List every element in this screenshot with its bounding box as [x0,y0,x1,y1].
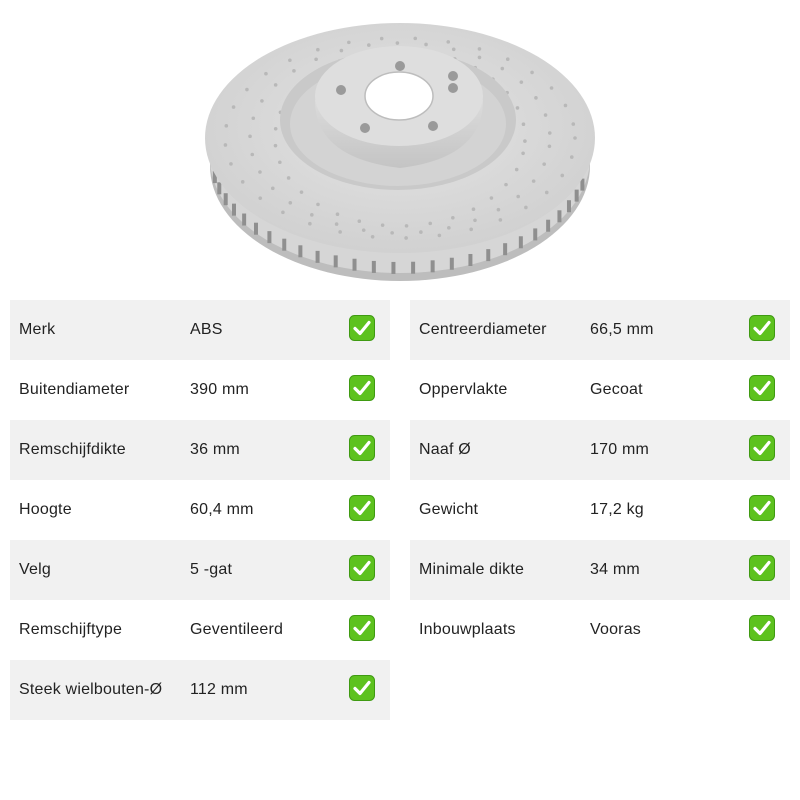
check-icon [749,315,775,341]
spec-row: Minimale dikte 34 mm [410,540,790,600]
check-icon [349,315,375,341]
check-icon [749,495,775,521]
spec-value: 112 mm [190,681,248,698]
spec-label: Velg [19,561,51,578]
spec-label: Remschijfdikte [19,441,126,458]
spec-row: Remschijfdikte 36 mm [10,420,390,480]
brake-disc-image [205,23,595,281]
spec-row: Gewicht 17,2 kg [410,480,790,540]
check-icon [349,435,375,461]
spec-row: Hoogte 60,4 mm [10,480,390,540]
spec-label: Hoogte [19,501,72,518]
spec-value: 60,4 mm [190,501,254,518]
spec-label: Merk [19,321,56,338]
spec-table-right: Centreerdiameter 66,5 mm Oppervlakte Gecoat… [410,300,790,660]
check-icon [349,675,375,701]
spec-label: Gewicht [419,501,479,518]
check-icon [749,375,775,401]
check-icon [349,495,375,521]
check-icon [749,435,775,461]
spec-value: 34 mm [590,561,640,578]
spec-value: 390 mm [190,381,249,398]
spec-row: Merk ABS [10,300,390,360]
check-icon [749,555,775,581]
spec-row: Naaf Ø 170 mm [410,420,790,480]
spec-row: Remschijftype Geventileerd [10,600,390,660]
spec-value: 66,5 mm [590,321,654,338]
check-icon [349,375,375,401]
spec-value: Gecoat [590,381,643,398]
spec-label: Remschijftype [19,621,123,638]
check-icon [749,615,775,641]
spec-label: Steek wielbouten-Ø [19,681,163,698]
check-icon [349,555,375,581]
spec-label: Naaf Ø [419,441,471,458]
spec-row: Velg 5 -gat [10,540,390,600]
spec-value: 36 mm [190,441,240,458]
spec-row: Centreerdiameter 66,5 mm [410,300,790,360]
spec-row: Oppervlakte Gecoat [410,360,790,420]
spec-label: Minimale dikte [419,561,525,578]
spec-value: 17,2 kg [590,501,644,518]
spec-value: Vooras [590,621,642,638]
spec-value: ABS [190,321,223,338]
spec-label: Inbouwplaats [419,621,516,638]
spec-row: Buitendiameter 390 mm [10,360,390,420]
spec-row: Inbouwplaats Vooras [410,600,790,660]
spec-label: Buitendiameter [19,381,130,398]
spec-value: 170 mm [590,441,649,458]
spec-label: Centreerdiameter [419,321,547,338]
spec-row: Steek wielbouten-Ø 112 mm [10,660,390,720]
check-icon [349,615,375,641]
spec-value: 5 -gat [190,561,233,578]
spec-table-left: Merk ABS Buitendiameter 390 mm Remschijfdikt… [10,300,390,720]
spec-value: Geventileerd [190,621,284,638]
spec-label: Oppervlakte [419,381,508,398]
